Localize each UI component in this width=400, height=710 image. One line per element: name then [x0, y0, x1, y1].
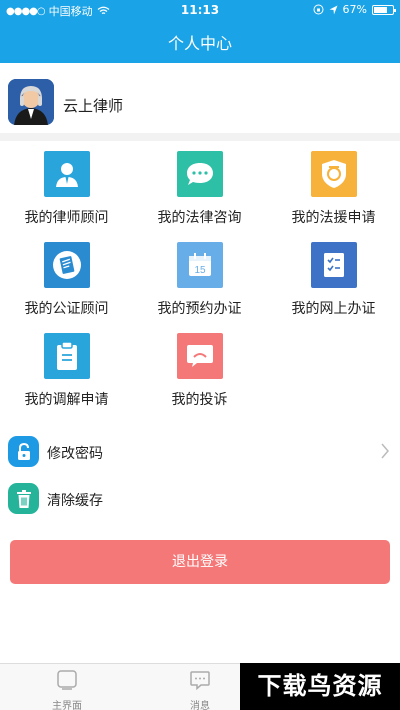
grid-item-label: 我的调解申请 — [24, 392, 109, 408]
top-bar: ●●●●○ 中国移动 11:13 67% 个人中心 — [0, 0, 400, 63]
grid-item-legal-aid[interactable]: 我的法援申请 — [267, 151, 400, 231]
avatar[interactable] — [8, 79, 54, 125]
grid-item-legal-consult[interactable]: 我的法律咨询 — [133, 151, 266, 231]
chevron-right-icon — [381, 443, 389, 459]
change-password-row[interactable]: 修改密码 — [0, 430, 400, 474]
grid-item-lawyer-advisor[interactable]: 我的律师顾问 — [0, 151, 133, 231]
checklist-icon — [311, 242, 357, 288]
grid-item-online-certificate[interactable]: 我的网上办证 — [267, 242, 400, 322]
tab-home[interactable]: 主界面 — [32, 669, 102, 710]
tab-messages[interactable]: 消息 — [165, 669, 235, 710]
grid-item-notary-advisor[interactable]: 我的公证顾问 — [0, 242, 133, 322]
grid-item-label: 我的投诉 — [171, 392, 228, 408]
clipboard-icon — [44, 333, 90, 379]
grid-item-label: 我的预约办证 — [157, 301, 242, 317]
notary-icon — [44, 242, 90, 288]
trash-icon — [8, 483, 39, 514]
grid-item-label: 我的法律咨询 — [157, 210, 242, 226]
grid-item-mediation[interactable]: 我的调解申请 — [0, 333, 133, 413]
battery-percent: 67% — [342, 3, 367, 16]
status-bar: ●●●●○ 中国移动 11:13 67% — [0, 0, 400, 20]
profile-row[interactable]: 云上律师 — [0, 73, 400, 133]
sad-face-icon — [177, 333, 223, 379]
change-password-label: 修改密码 — [47, 446, 103, 462]
tab-messages-label: 消息 — [190, 701, 210, 710]
grid-item-label: 我的律师顾问 — [24, 210, 109, 226]
profile-name: 云上律师 — [63, 97, 124, 115]
grid-item-appointment[interactable]: 15 我的预约办证 — [133, 242, 266, 322]
home-screen-icon — [57, 670, 77, 690]
grid-item-label: 我的法援申请 — [291, 210, 376, 226]
clear-cache-row[interactable]: 清除缓存 — [0, 477, 400, 521]
page-title: 个人中心 — [167, 34, 232, 53]
message-icon — [190, 671, 210, 691]
logout-button[interactable]: 退出登录 — [10, 540, 390, 584]
section-divider — [0, 133, 400, 141]
grid-item-label: 我的网上办证 — [291, 301, 376, 317]
badge-icon — [311, 151, 357, 197]
calendar-day: 15 — [194, 265, 206, 276]
location-icon — [329, 5, 338, 14]
clear-cache-label: 清除缓存 — [47, 493, 103, 509]
grid-item-complaint[interactable]: 我的投诉 — [133, 333, 266, 413]
person-icon — [44, 151, 90, 197]
tab-home-label: 主界面 — [52, 701, 82, 710]
chat-bubble-icon — [177, 151, 223, 197]
watermark-logo: 下载鸟资源 — [240, 663, 400, 710]
grid-item-label: 我的公证顾问 — [24, 301, 109, 317]
orientation-lock-icon — [313, 4, 324, 15]
calendar-icon: 15 — [177, 242, 223, 288]
battery-icon — [372, 4, 396, 15]
lock-icon — [8, 436, 39, 467]
